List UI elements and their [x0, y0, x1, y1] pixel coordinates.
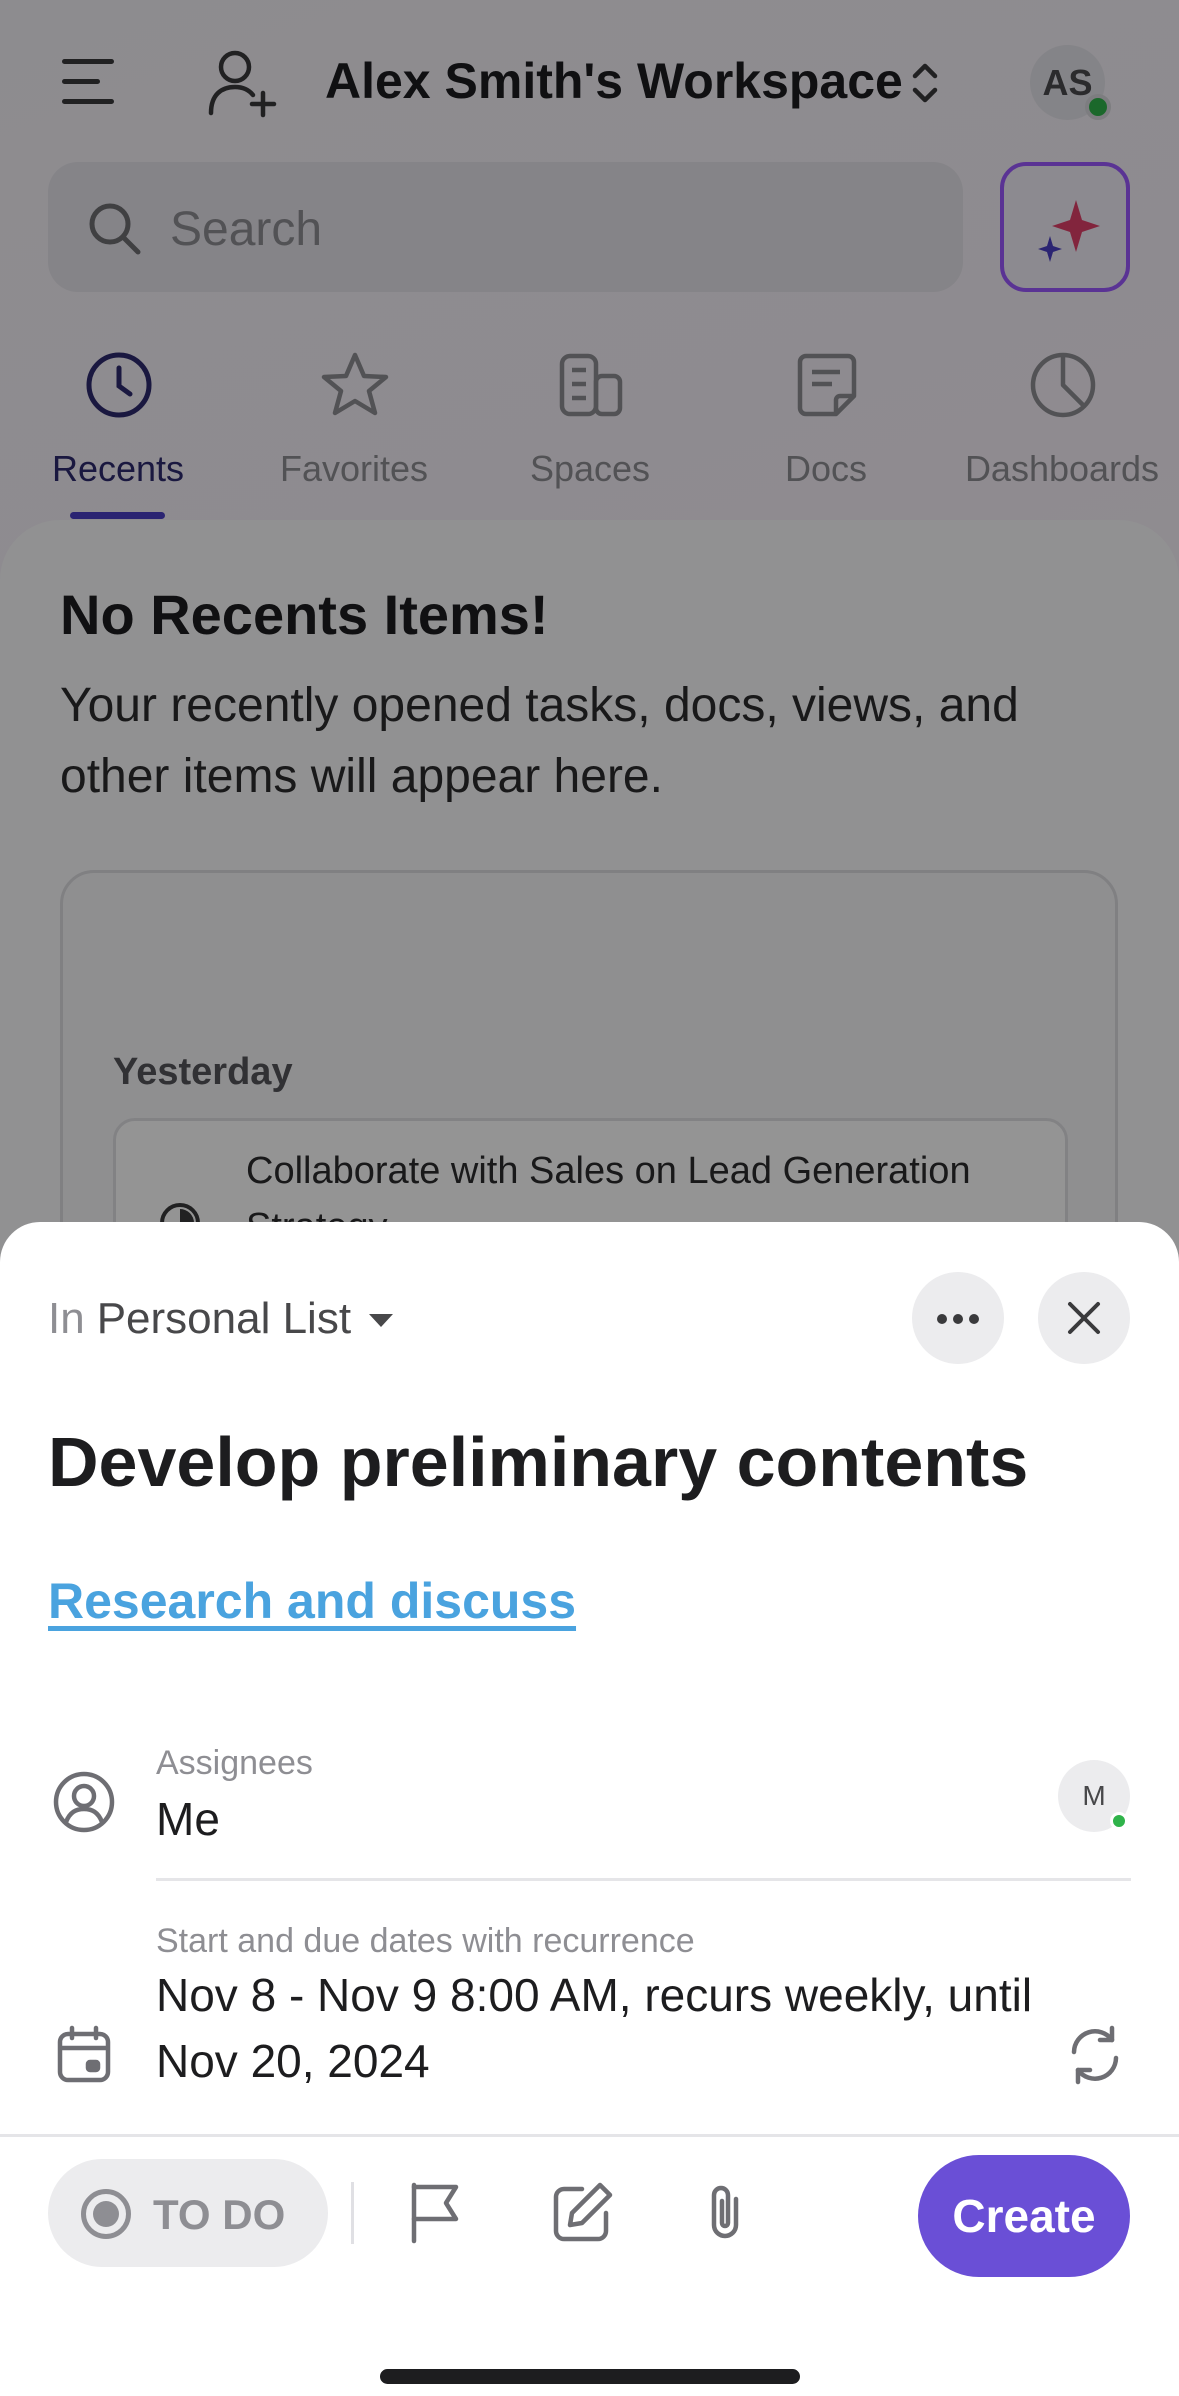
toolbar-separator [351, 2182, 354, 2244]
divider [156, 1878, 1131, 1881]
close-button[interactable] [1038, 1272, 1130, 1364]
assignees-label: Assignees [156, 1744, 313, 1782]
user-circle-icon [53, 1771, 115, 1833]
task-title-input[interactable]: Develop preliminary contents [48, 1422, 1028, 1502]
status-picker[interactable]: TO DO [48, 2159, 328, 2267]
attachment-icon[interactable] [690, 2177, 760, 2247]
online-status-dot [1110, 1812, 1128, 1830]
close-icon [1068, 1302, 1100, 1334]
status-circle-icon [81, 2189, 131, 2239]
assignees-value: Me [156, 1793, 220, 1845]
calendar-icon [57, 2025, 111, 2083]
more-options-button[interactable] [912, 1272, 1004, 1364]
task-toolbar: TO DO Create [0, 2134, 1179, 2396]
create-task-sheet: In Personal List Develop preliminary con… [0, 1222, 1179, 2396]
caret-down-icon [369, 1313, 394, 1327]
dates-value: Nov 8 - Nov 9 8:00 AM, recurs weekly, un… [156, 1969, 1033, 2087]
assignee-initial: M [1082, 1780, 1106, 1811]
recurrence-icon[interactable] [1062, 2022, 1128, 2088]
status-label: TO DO [153, 2191, 286, 2238]
list-prefix: In [48, 1294, 85, 1343]
assignees-field[interactable]: Assignees Me M [0, 1732, 1179, 1882]
list-name: Personal List [96, 1294, 352, 1343]
create-button[interactable]: Create [918, 2155, 1130, 2277]
parent-task-link[interactable]: Research and discuss [48, 1572, 576, 1630]
assignee-avatar[interactable]: M [1058, 1760, 1130, 1832]
dates-field[interactable]: Start and due dates with recurrence Nov … [0, 1922, 1179, 2122]
home-indicator [380, 2369, 800, 2384]
list-picker[interactable]: In Personal List [48, 1294, 394, 1344]
flag-icon[interactable] [402, 2177, 472, 2247]
edit-icon[interactable] [548, 2177, 618, 2247]
dates-label: Start and due dates with recurrence [156, 1922, 695, 1960]
